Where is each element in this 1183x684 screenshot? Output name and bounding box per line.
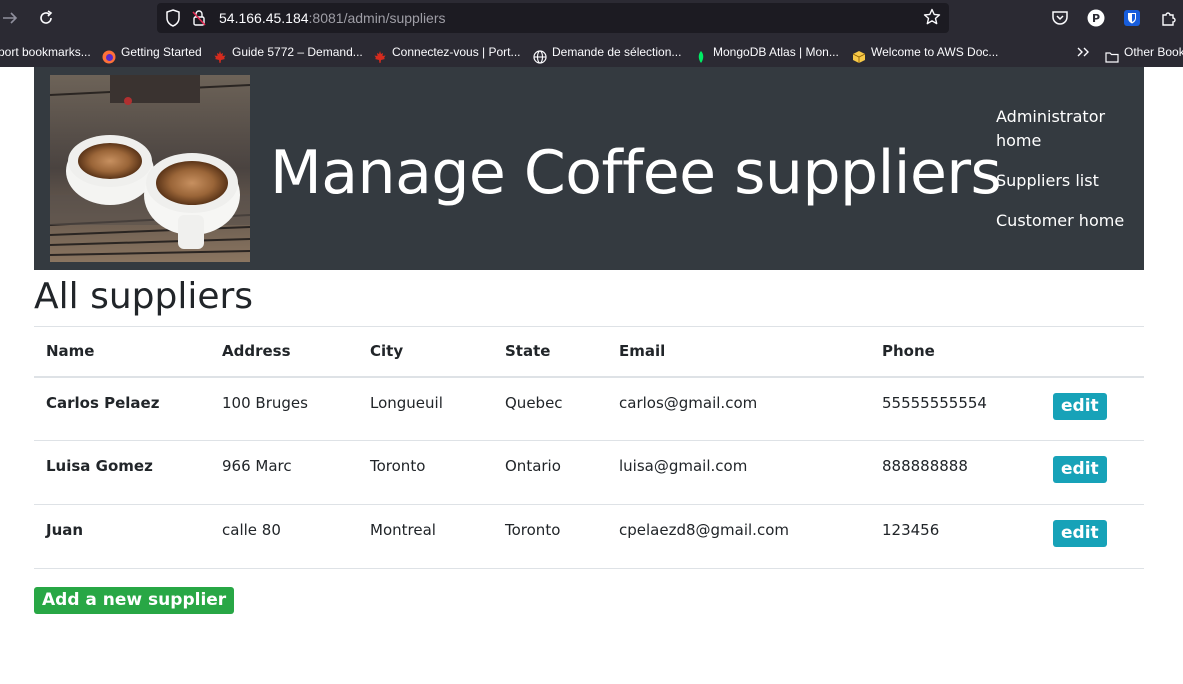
column-header-address: Address (210, 326, 358, 378)
bookmark-aws-docs[interactable]: Welcome to AWS Doc... (852, 37, 998, 67)
cell-phone: 888888888 (870, 440, 1041, 505)
bookmark-label: port bookmarks... (0, 45, 91, 59)
bookmark-label: Demande de sélection... (552, 45, 682, 59)
header-nav: Administrator home Suppliers list Custom… (996, 105, 1136, 233)
table-row: Juan calle 80 Montreal Toronto cpelaezd8… (34, 504, 1144, 569)
section-title: All suppliers (34, 276, 254, 317)
pocket-icon[interactable] (1051, 9, 1069, 27)
bookmarks-overflow-chevron-icon[interactable] (1075, 37, 1091, 67)
cell-state: Ontario (493, 440, 607, 505)
page-title: Manage Coffee suppliers (270, 138, 1002, 208)
column-header-city: City (358, 326, 493, 378)
url-path: :8081/admin/suppliers (308, 10, 446, 26)
cell-name: Carlos Pelaez (34, 376, 210, 441)
folder-icon (1105, 45, 1119, 63)
aws-box-icon (852, 45, 866, 63)
cell-email: luisa@gmail.com (607, 440, 870, 505)
bookmark-connectez-vous[interactable]: Connectez-vous | Port... (373, 37, 521, 67)
bookmarks-toolbar: port bookmarks... Getting Started Guide … (0, 37, 1183, 67)
cell-actions: edit (1041, 504, 1144, 569)
add-new-supplier-button[interactable]: Add a new supplier (34, 587, 235, 614)
suppliers-table: Name Address City State Email Phone Carl… (34, 326, 1144, 569)
bookmark-label: Connectez-vous | Port... (392, 45, 521, 59)
nav-link-customer-home[interactable]: Customer home (996, 209, 1136, 233)
insecure-lock-icon[interactable] (191, 9, 207, 27)
table-row: Carlos Pelaez 100 Bruges Longueuil Quebe… (34, 376, 1144, 441)
column-header-name: Name (34, 326, 210, 378)
url-host: 54.166.45.184 (219, 10, 309, 26)
table-header-row: Name Address City State Email Phone (34, 326, 1144, 378)
other-bookmarks-label: Other Bookm (1124, 45, 1183, 59)
url-bar[interactable]: 54.166.45.184:8081/admin/suppliers (157, 3, 949, 33)
cell-actions: edit (1041, 376, 1144, 441)
cell-city: Longueuil (358, 376, 493, 441)
cell-phone: 55555555554 (870, 376, 1041, 441)
profile-p-icon[interactable]: P (1087, 9, 1105, 27)
column-header-actions (1041, 326, 1144, 378)
cell-phone: 123456 (870, 504, 1041, 569)
bookmark-getting-started[interactable]: Getting Started (102, 37, 202, 67)
bookmark-mongodb-atlas[interactable]: MongoDB Atlas | Mon... (694, 37, 839, 67)
maple-leaf-icon (373, 45, 387, 63)
table-row: Luisa Gomez 966 Marc Toronto Ontario lui… (34, 440, 1144, 505)
mongodb-leaf-icon (694, 45, 708, 63)
bookmark-guide-5772[interactable]: Guide 5772 – Demand... (213, 37, 363, 67)
firefox-icon (102, 45, 116, 64)
column-header-state: State (493, 326, 607, 378)
reload-icon[interactable] (36, 8, 56, 28)
cell-city: Montreal (358, 504, 493, 569)
cell-actions: edit (1041, 440, 1144, 505)
navigation-toolbar: 54.166.45.184:8081/admin/suppliers P (0, 0, 1183, 37)
page-content: Manage Coffee suppliers Administrator ho… (0, 67, 1183, 684)
cell-state: Quebec (493, 376, 607, 441)
column-header-email: Email (607, 326, 870, 378)
bitwarden-shield-icon[interactable] (1123, 9, 1141, 27)
bookmark-label: Welcome to AWS Doc... (871, 45, 999, 59)
bookmark-label: Guide 5772 – Demand... (232, 45, 363, 59)
extensions-puzzle-icon[interactable] (1160, 9, 1178, 27)
maple-leaf-icon (213, 45, 227, 63)
edit-button[interactable]: edit (1053, 392, 1107, 420)
cell-name: Luisa Gomez (34, 440, 210, 505)
coffee-cups-image (49, 75, 251, 262)
edit-button[interactable]: edit (1053, 520, 1107, 547)
nav-link-administrator-home[interactable]: Administrator home (996, 105, 1136, 153)
bookmark-star-icon[interactable] (923, 8, 941, 26)
cell-state: Toronto (493, 504, 607, 569)
cell-address: 966 Marc (210, 440, 358, 505)
cell-city: Toronto (358, 440, 493, 505)
other-bookmarks[interactable]: Other Bookm (1105, 37, 1183, 67)
bookmark-item[interactable]: port bookmarks... (0, 37, 91, 67)
edit-button[interactable]: edit (1053, 456, 1107, 483)
bookmark-label: Getting Started (121, 45, 202, 59)
browser-chrome: 54.166.45.184:8081/admin/suppliers P por… (0, 0, 1183, 67)
tracking-shield-icon[interactable] (165, 9, 181, 27)
cell-address: 100 Bruges (210, 376, 358, 441)
cell-address: calle 80 (210, 504, 358, 569)
svg-text:P: P (1092, 12, 1100, 25)
column-header-phone: Phone (870, 326, 1041, 378)
header-banner: Manage Coffee suppliers Administrator ho… (34, 67, 1144, 270)
globe-icon (533, 45, 547, 64)
bookmark-label: MongoDB Atlas | Mon... (713, 45, 839, 59)
cell-email: carlos@gmail.com (607, 376, 870, 441)
url-text[interactable]: 54.166.45.184:8081/admin/suppliers (219, 3, 446, 33)
cell-email: cpelaezd8@gmail.com (607, 504, 870, 569)
nav-link-suppliers-list[interactable]: Suppliers list (996, 169, 1136, 193)
bookmark-demande-selection[interactable]: Demande de sélection... (533, 37, 681, 67)
forward-icon[interactable] (0, 8, 20, 28)
cell-name: Juan (34, 504, 210, 569)
